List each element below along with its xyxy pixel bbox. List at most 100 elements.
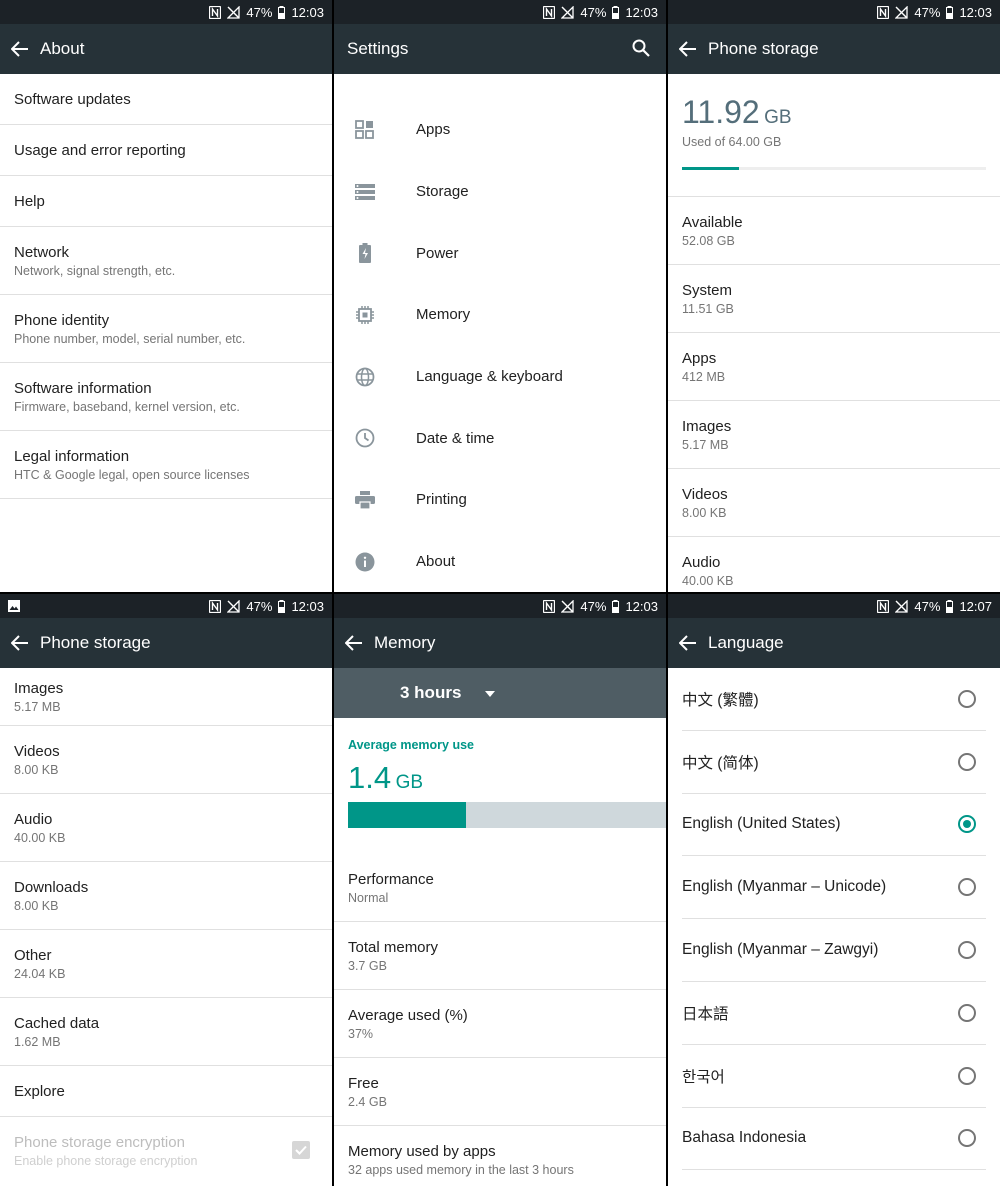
used-unit: GB xyxy=(764,107,792,128)
settings-item-memory[interactable]: Memory xyxy=(334,284,666,346)
avg-memory-value: 1.4 xyxy=(348,760,392,795)
language-panel: 47% 12:07 Language 中文 (繁體) 中文 (简体) Engli… xyxy=(668,594,1000,1186)
list-item[interactable]: Available 52.08 GB xyxy=(668,197,1000,265)
language-option[interactable]: English (Myanmar – Zawgyi) xyxy=(682,919,986,982)
language-option[interactable]: 中文 (繁體) xyxy=(682,668,986,731)
language-option[interactable]: 日本語 xyxy=(682,982,986,1045)
memory-panel: 47% 12:03 Memory 3 hours Average memory … xyxy=(334,594,666,1186)
chip-icon xyxy=(354,304,376,326)
printer-icon xyxy=(354,489,376,511)
search-icon[interactable] xyxy=(632,39,650,62)
status-bar: 47% 12:03 xyxy=(0,594,332,618)
settings-item-apps[interactable]: Apps xyxy=(334,99,666,161)
list-item[interactable]: Audio 40.00 KB xyxy=(668,537,1000,592)
language-option[interactable]: English (Myanmar – Unicode) xyxy=(682,856,986,920)
radio-button[interactable] xyxy=(958,878,976,897)
radio-button[interactable] xyxy=(958,689,976,708)
radio-button[interactable] xyxy=(958,1129,976,1148)
status-bar: 47% 12:03 xyxy=(334,0,666,24)
globe-icon xyxy=(354,366,376,388)
radio-button[interactable] xyxy=(958,815,976,834)
settings-item-power[interactable]: Power xyxy=(334,222,666,284)
period-dropdown[interactable]: 3 hours xyxy=(334,668,666,718)
app-bar: Language xyxy=(668,618,1000,668)
list-item[interactable]: Apps 412 MB xyxy=(668,333,1000,401)
radio-button[interactable] xyxy=(958,752,976,771)
language-option[interactable]: 中文 (简体) xyxy=(682,731,986,794)
radio-button[interactable] xyxy=(958,1003,976,1022)
back-arrow-icon[interactable] xyxy=(0,24,40,74)
settings-item-storage[interactable]: Storage xyxy=(334,161,666,223)
list-item[interactable]: Videos 8.00 KB xyxy=(0,726,332,794)
back-arrow-icon[interactable] xyxy=(0,618,40,668)
language-option[interactable]: 한국어 xyxy=(682,1045,986,1108)
list-item[interactable]: System 11.51 GB xyxy=(668,265,1000,333)
list-item[interactable]: Audio 40.00 KB xyxy=(0,794,332,862)
clock-icon xyxy=(354,427,376,449)
clock-time: 12:03 xyxy=(291,598,324,614)
settings-item-language[interactable]: Language & keyboard xyxy=(334,346,666,408)
clock-time: 12:07 xyxy=(959,598,992,614)
radio-button[interactable] xyxy=(958,1066,976,1085)
list-item[interactable]: Software information Firmware, baseband, … xyxy=(0,363,332,431)
storage-list: Images 5.17 MB Videos 8.00 KB Audio 40.00 K… xyxy=(0,668,332,1186)
app-bar: About xyxy=(0,24,332,74)
dropdown-arrow-icon xyxy=(485,684,496,702)
radio-button[interactable] xyxy=(958,941,976,960)
list-item[interactable]: Software updates xyxy=(0,74,332,125)
battery-percent: 47% xyxy=(914,598,941,614)
no-signal-icon xyxy=(895,599,909,613)
back-arrow-icon[interactable] xyxy=(334,618,374,668)
no-signal-icon xyxy=(227,599,241,613)
list-item[interactable]: Legal information HTC & Google legal, ope… xyxy=(0,431,332,499)
list-item[interactable]: Help xyxy=(0,176,332,227)
no-signal-icon xyxy=(561,599,575,613)
nfc-icon xyxy=(543,5,556,19)
settings-list: Apps Storage Power Memory Language & key… xyxy=(334,74,666,592)
storage-panel-top: 47% 12:03 Phone storage 11.92 GB Used of… xyxy=(668,0,1000,592)
list-item[interactable]: Usage and error reporting xyxy=(0,125,332,176)
language-option[interactable]: English (United States) xyxy=(682,794,986,857)
clock-time: 12:03 xyxy=(625,598,658,614)
app-bar: Phone storage xyxy=(0,618,332,668)
list-item: Performance Normal xyxy=(334,854,666,922)
language-option[interactable]: Bahasa Indonesia xyxy=(682,1108,986,1171)
page-title: Settings xyxy=(347,39,409,58)
battery-icon xyxy=(612,599,620,613)
list-item[interactable]: Cached data 1.62 MB xyxy=(0,998,332,1066)
image-notification-icon xyxy=(8,600,20,612)
list-item[interactable]: Downloads 8.00 KB xyxy=(0,862,332,930)
period-value: 3 hours xyxy=(400,683,462,702)
list-item[interactable]: Videos 8.00 KB xyxy=(668,469,1000,537)
app-bar: Settings xyxy=(334,24,666,74)
back-arrow-icon[interactable] xyxy=(668,24,708,74)
settings-item-printing[interactable]: Printing xyxy=(334,469,666,531)
avg-memory-section: Average memory use 1.4 GB xyxy=(334,718,666,854)
encryption-item: Phone storage encryption Enable phone st… xyxy=(0,1117,332,1185)
status-bar: 47% 12:03 xyxy=(0,0,332,24)
list-item[interactable]: Images 5.17 MB xyxy=(668,401,1000,469)
settings-panel: 47% 12:03 Settings Apps Storage Power Me… xyxy=(334,0,666,592)
battery-icon xyxy=(612,5,620,19)
screenshot-collage: 47% 12:03 About Software updates Usage a… xyxy=(0,0,1000,1186)
storage-panel-bottom: 47% 12:03 Phone storage Images 5.17 MB Vi… xyxy=(0,594,332,1186)
list-item[interactable]: Other 24.04 KB xyxy=(0,930,332,998)
battery-icon xyxy=(354,242,376,264)
language-list: 中文 (繁體) 中文 (简体) English (United States) … xyxy=(668,668,1000,1186)
list-item[interactable]: Network Network, signal strength, etc. xyxy=(0,227,332,295)
memory-bar-track xyxy=(348,802,666,828)
apps-icon xyxy=(354,119,376,141)
list-item: Average used (%) 37% xyxy=(334,990,666,1058)
avg-memory-label: Average memory use xyxy=(348,738,474,752)
list-item[interactable]: Memory used by apps 32 apps used memory i… xyxy=(334,1126,666,1186)
nfc-icon xyxy=(543,599,556,613)
explore-item[interactable]: Explore xyxy=(0,1066,332,1117)
battery-percent: 47% xyxy=(580,4,607,20)
no-signal-icon xyxy=(561,5,575,19)
settings-item-about[interactable]: About xyxy=(334,531,666,592)
list-item[interactable]: Phone identity Phone number, model, seria… xyxy=(0,295,332,363)
back-arrow-icon[interactable] xyxy=(668,618,708,668)
settings-item-date-time[interactable]: Date & time xyxy=(334,407,666,469)
list-item[interactable]: Images 5.17 MB xyxy=(0,668,332,726)
checkbox-checked-icon xyxy=(292,1141,310,1164)
